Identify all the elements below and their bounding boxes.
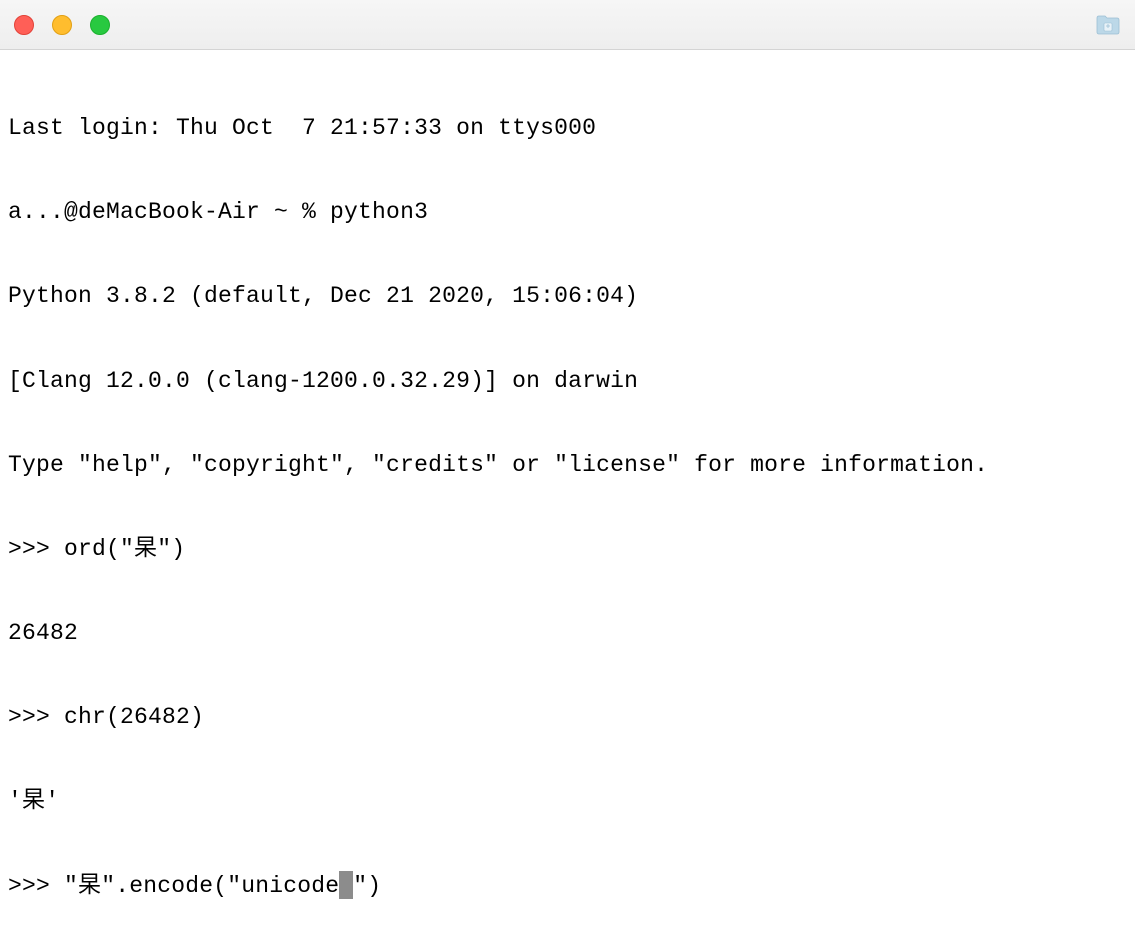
text-cursor [339,871,353,899]
prompt-encode-post: ") [353,873,381,899]
line-result-chr: '杲' [8,787,1127,815]
maximize-button[interactable] [90,15,110,35]
line-result-ord: 26482 [8,619,1127,647]
prompt-encode-pre: >>> "杲".encode("unicode [8,873,339,899]
line-prompt-chr: >>> chr(26482) [8,703,1127,731]
line-last-login: Last login: Thu Oct 7 21:57:33 on ttys00… [8,114,1127,142]
close-button[interactable] [14,15,34,35]
minimize-button[interactable] [52,15,72,35]
window-titlebar [0,0,1135,50]
folder-icon[interactable] [1095,14,1121,36]
line-shell-prompt: a...@deMacBook-Air ~ % python3 [8,198,1127,226]
line-compiler: [Clang 12.0.0 (clang-1200.0.32.29)] on d… [8,367,1127,395]
line-prompt-encode: >>> "杲".encode("unicode ") [8,871,1127,900]
traffic-lights [14,15,110,35]
terminal-output[interactable]: Last login: Thu Oct 7 21:57:33 on ttys00… [0,50,1135,937]
line-help-hint: Type "help", "copyright", "credits" or "… [8,451,1127,479]
line-prompt-ord: >>> ord("杲") [8,535,1127,563]
line-python-version: Python 3.8.2 (default, Dec 21 2020, 15:0… [8,282,1127,310]
